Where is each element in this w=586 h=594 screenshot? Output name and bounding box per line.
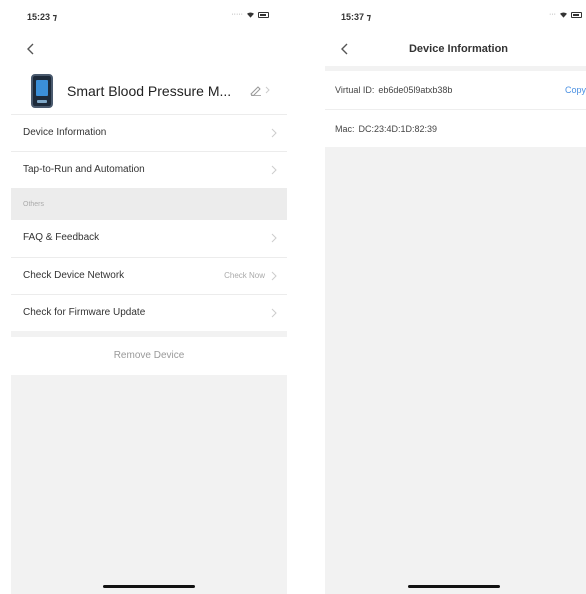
home-indicator	[103, 585, 195, 588]
status-bar: 15:23 ⁊ ·····	[11, 0, 287, 34]
virtual-id-label: Virtual ID:	[335, 85, 375, 95]
menu-item-tap-to-run[interactable]: Tap-to-Run and Automation	[11, 151, 287, 188]
section-header-others: Others	[11, 188, 287, 220]
status-time: 15:23 ⁊	[27, 12, 58, 22]
chevron-right-icon	[271, 308, 277, 318]
section-label: Others	[23, 201, 45, 208]
mac-value: DC:23:4D:1D:82:39	[358, 124, 438, 134]
chevron-right-icon	[271, 128, 277, 138]
menu-item-faq-feedback[interactable]: FAQ & Feedback	[11, 220, 287, 257]
mac-field: Mac: DC:23:4D:1D:82:39	[335, 124, 437, 134]
virtual-id-row: Virtual ID: eb6de05l9atxb38b Copy	[325, 71, 586, 109]
menu-item-check-device-network[interactable]: Check Device Network Check Now	[11, 257, 287, 294]
chevron-right-icon	[271, 165, 277, 175]
chevron-right-icon	[271, 233, 277, 243]
battery-icon	[571, 11, 582, 18]
mac-row: Mac: DC:23:4D:1D:82:39	[325, 109, 586, 147]
status-time: 15:37 ⁊	[341, 12, 372, 22]
remove-device-label: Remove Device	[113, 350, 185, 361]
menu-list-others: FAQ & Feedback Check Device Network Chec…	[11, 220, 287, 331]
menu-item-label: FAQ & Feedback	[23, 232, 100, 243]
page-title: Device Information	[408, 43, 509, 55]
menu-item-device-information[interactable]: Device Information	[11, 114, 287, 151]
nav-bar: Device Information	[325, 34, 586, 66]
signal-icon: ·····	[231, 11, 243, 18]
wifi-icon	[247, 12, 254, 18]
edit-icon[interactable]	[249, 84, 271, 96]
virtual-id-value: eb6de05l9atxb38b	[378, 85, 453, 95]
chevron-right-icon	[271, 271, 277, 281]
check-now-value: Check Now	[224, 271, 265, 280]
wifi-icon	[560, 12, 567, 18]
device-information-screen: 15:37 ⁊ ··· Device Information Virtual I…	[325, 0, 586, 594]
virtual-id-field: Virtual ID: eb6de05l9atxb38b	[335, 85, 452, 95]
status-icons: ···	[549, 11, 582, 18]
battery-icon	[258, 11, 269, 18]
home-indicator	[407, 585, 500, 588]
menu-item-label: Check for Firmware Update	[23, 307, 146, 318]
status-icons: ·····	[231, 11, 269, 18]
menu-item-label: Tap-to-Run and Automation	[23, 164, 145, 175]
status-bar: 15:37 ⁊ ···	[325, 0, 586, 34]
menu-item-label: Check Device Network	[23, 270, 125, 281]
device-header[interactable]: Smart Blood Pressure M...	[11, 66, 287, 114]
back-chevron-icon[interactable]	[23, 41, 39, 57]
device-settings-screen: 15:23 ⁊ ····· Smart Blood Pressure M... …	[11, 0, 287, 594]
copy-button[interactable]: Copy	[565, 85, 586, 95]
menu-item-firmware-update[interactable]: Check for Firmware Update	[11, 294, 287, 331]
blood-pressure-device-icon	[31, 74, 53, 108]
mac-label: Mac:	[335, 124, 355, 134]
menu-list-top: Device Information Tap-to-Run and Automa…	[11, 114, 287, 188]
signal-icon: ···	[549, 11, 556, 18]
nav-bar	[11, 34, 287, 66]
info-list: Virtual ID: eb6de05l9atxb38b Copy Mac: DC:…	[325, 71, 586, 147]
device-name: Smart Blood Pressure M...	[67, 83, 232, 99]
menu-item-label: Device Information	[23, 127, 107, 138]
remove-device-button[interactable]: Remove Device	[11, 337, 287, 375]
